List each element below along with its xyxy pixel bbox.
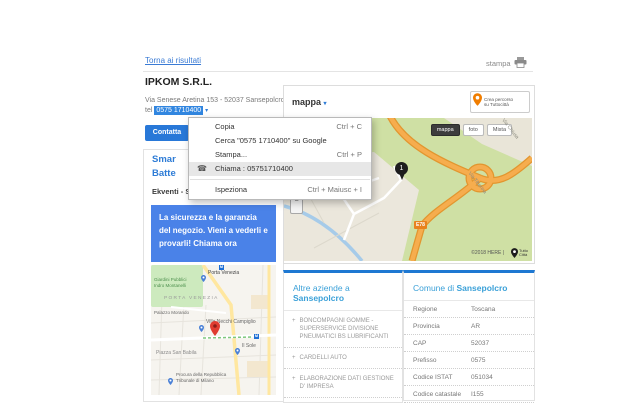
- row-label: Provincia: [413, 322, 440, 330]
- tel-label: tel: [145, 107, 153, 114]
- menu-item-inspect[interactable]: Ispeziona Ctrl + Maiusc + I: [189, 183, 371, 197]
- table-row: CAP 52037: [404, 335, 534, 352]
- metro-icon: M: [254, 334, 259, 339]
- phone-line: tel 0575 1710400 ▾: [145, 106, 208, 115]
- menu-item-label: Stampa...: [215, 150, 248, 159]
- plus-icon: +: [292, 355, 296, 361]
- map-label-procura-2: Tribunale di Milano: [176, 377, 214, 383]
- metro-icon: M: [219, 265, 224, 270]
- row-label: Codice ISTAT: [413, 373, 453, 381]
- other-companies-card: Altre aziende a Sansepolcro + BONCOMPAGN…: [283, 270, 403, 403]
- phone-number-selected[interactable]: 0575 1710400: [154, 106, 204, 115]
- promo-heading-1: Smar: [152, 154, 176, 165]
- print-label: stampa: [486, 59, 511, 68]
- title-city: Sansepolcro: [293, 293, 345, 303]
- tuttocitta-logo: Tutto Città: [511, 248, 528, 258]
- table-row: Regione Toscana: [404, 301, 534, 318]
- title-city: Sansepolcro: [456, 283, 508, 293]
- map-label-sole: Il Sole: [242, 343, 256, 349]
- plus-icon: +: [292, 376, 296, 382]
- company-list-item[interactable]: + ELABORAZIONE DATI GESTIONE D' IMPRESA: [284, 369, 402, 398]
- row-value: AR: [471, 322, 481, 330]
- black-pin-icon: [511, 248, 519, 258]
- context-menu: Copia Ctrl + C Cerca "0575 1710400" su G…: [188, 117, 372, 200]
- map-label-piazza: Piazza San Babila: [156, 350, 197, 356]
- map-copyright: ©2018 HERE |: [471, 250, 504, 256]
- table-row: Provincia AR: [404, 318, 534, 335]
- poi-pin-icon: [199, 319, 204, 332]
- business-location-pin[interactable]: [210, 321, 220, 336]
- page-title: IPKOM S.R.L.: [145, 76, 213, 88]
- map-view-label: mappa: [292, 97, 322, 107]
- row-value: I155: [471, 390, 484, 398]
- map-type-map-button[interactable]: mappa: [430, 124, 460, 136]
- promo-banner: La sicurezza e la garanzia del negozio. …: [151, 205, 276, 262]
- company-name: CARDELLI AUTO: [299, 355, 347, 361]
- row-value: Toscana: [471, 305, 496, 313]
- row-value: 051034: [471, 373, 493, 381]
- map-marker-1[interactable]: 1: [395, 162, 408, 180]
- menu-item-copy[interactable]: Copia Ctrl + C: [189, 120, 371, 134]
- row-value: 0575: [471, 356, 486, 364]
- map-label-district: PORTA VENEZIA: [164, 296, 219, 301]
- menu-separator: [190, 179, 370, 180]
- poi-pin-icon: [235, 342, 240, 355]
- comune-title: Comune di Sansepolcro: [404, 273, 534, 301]
- title-prefix: Altre aziende a: [293, 283, 350, 293]
- company-name: ELABORAZIONE DATI GESTIONE D' IMPRESA: [299, 376, 394, 390]
- map-view-selector[interactable]: mappa ▾: [292, 97, 327, 107]
- row-label: Codice catastale: [413, 390, 462, 398]
- map-type-photo-button[interactable]: foto: [462, 124, 484, 136]
- plus-icon: +: [292, 318, 296, 324]
- table-row: Codice catastale I155: [404, 386, 534, 403]
- menu-item-shortcut: Ctrl + P: [336, 150, 362, 159]
- menu-item-label: Copia: [215, 122, 235, 131]
- contact-button[interactable]: Contatta: [145, 125, 189, 141]
- menu-item-shortcut: Ctrl + Maiusc + I: [307, 185, 362, 194]
- comune-info-card: Comune di Sansepolcro Regione Toscana Pro…: [403, 270, 535, 403]
- map-label-park: Giardini Pubblici Indro Montanelli: [154, 277, 187, 288]
- logo-line2: Città: [519, 252, 528, 257]
- tuttocitta-route-button[interactable]: Crea percorso su Tuttocittà: [470, 91, 530, 113]
- header-divider: [143, 71, 533, 72]
- orange-pin-icon: [473, 93, 482, 111]
- map-label-procura-1: Procura della Repubblica: [176, 372, 227, 377]
- poi-pin-icon: [201, 269, 206, 282]
- company-name: BONCOMPAGNI GOMME - SUPERSERVICE DIVISIO…: [299, 318, 389, 340]
- phone-icon: ☎: [197, 164, 207, 173]
- menu-item-call[interactable]: ☎ Chiama : 05751710400: [189, 162, 371, 176]
- table-row: Codice ISTAT 051034: [404, 369, 534, 386]
- chevron-down-icon: ▾: [323, 101, 327, 107]
- row-label: CAP: [413, 339, 427, 347]
- company-list-item[interactable]: + CARDELLI AUTO: [284, 348, 402, 369]
- tuttocitta-button-line2: su Tuttocittà: [484, 102, 509, 107]
- promo-heading-2: Batte: [152, 168, 176, 179]
- menu-item-print[interactable]: Stampa... Ctrl + P: [189, 148, 371, 162]
- map-type-buttons: mappa foto Mista: [430, 124, 512, 136]
- google-map[interactable]: Giardini Pubblici Indro Montanelli Porta…: [151, 265, 276, 395]
- menu-item-label: Chiama : 05751710400: [215, 164, 293, 173]
- road-shield: E78: [414, 221, 427, 229]
- row-label: Regione: [413, 305, 438, 313]
- poi-pin-icon: [168, 372, 173, 385]
- printer-icon: [514, 57, 527, 70]
- business-address: Via Senese Aretina 153 - 52037 Sansepolc…: [145, 97, 301, 104]
- other-companies-title: Altre aziende a Sansepolcro: [284, 273, 402, 311]
- title-prefix: Comune di: [413, 283, 457, 293]
- menu-item-shortcut: Ctrl + C: [336, 122, 362, 131]
- row-label: Prefisso: [413, 356, 437, 364]
- back-to-results-link[interactable]: Torna ai risultati: [145, 56, 201, 65]
- company-list-item[interactable]: + BONCOMPAGNI GOMME - SUPERSERVICE DIVIS…: [284, 311, 402, 348]
- menu-item-label: Ispeziona: [215, 185, 248, 194]
- map-label-palazzo: Palazzo Morando: [154, 310, 190, 315]
- map-label-porta-venezia: Porta Venezia: [208, 270, 240, 276]
- menu-item-label: Cerca "0575 1710400" su Google: [215, 136, 327, 145]
- table-row: Prefisso 0575: [404, 352, 534, 369]
- row-value: 52037: [471, 339, 490, 347]
- menu-item-search-google[interactable]: Cerca "0575 1710400" su Google: [189, 134, 371, 148]
- print-button[interactable]: stampa: [486, 57, 527, 70]
- chevron-down-icon[interactable]: ▾: [205, 108, 208, 114]
